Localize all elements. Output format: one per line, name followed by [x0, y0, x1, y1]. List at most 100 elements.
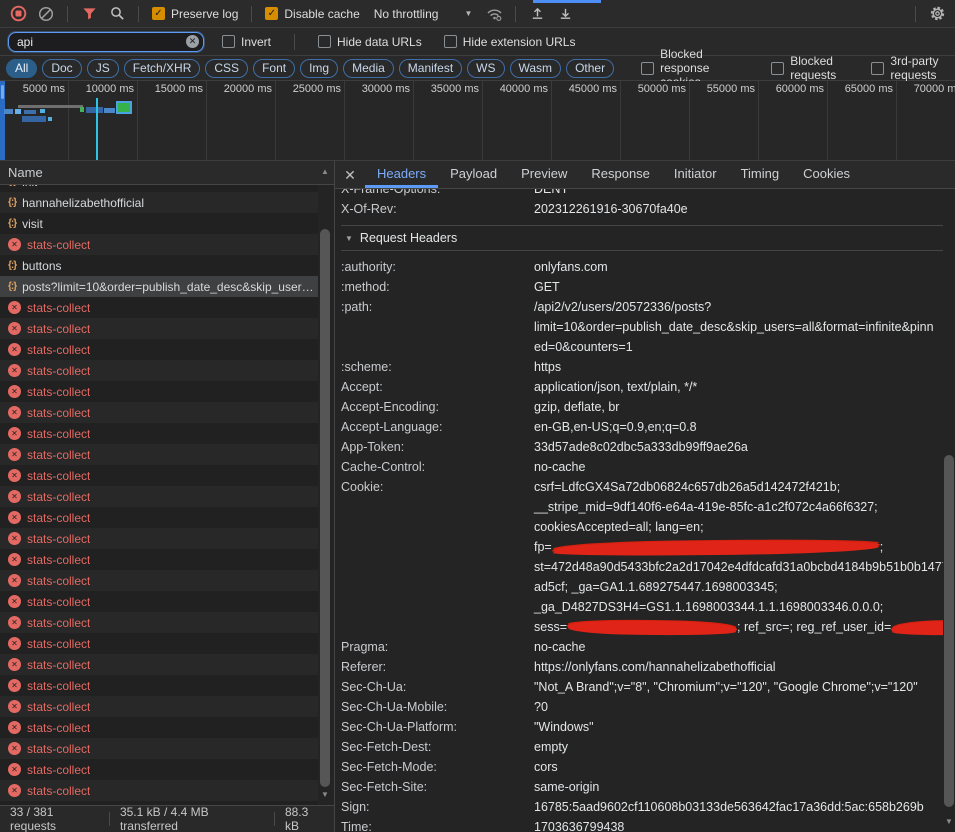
type-filter-img[interactable]: Img: [300, 59, 338, 78]
tab-response[interactable]: Response: [579, 161, 662, 188]
request-headers-section-toggle[interactable]: ▼Request Headers: [341, 225, 943, 251]
filter-toggle-button[interactable]: [77, 2, 101, 26]
type-filter-doc[interactable]: Doc: [42, 59, 81, 78]
request-row[interactable]: ✕stats-collect: [0, 570, 318, 591]
request-row[interactable]: ✕stats-collect: [0, 465, 318, 486]
request-row[interactable]: {:}init: [0, 185, 318, 192]
error-icon: ✕: [8, 721, 21, 734]
tab-payload[interactable]: Payload: [438, 161, 509, 188]
scrollbar-thumb[interactable]: [320, 229, 330, 787]
tab-cookies[interactable]: Cookies: [791, 161, 862, 188]
network-conditions-button[interactable]: [482, 2, 506, 26]
tab-preview[interactable]: Preview: [509, 161, 579, 188]
header-row: :path:/api2/v2/users/20572336/posts?limi…: [341, 297, 943, 357]
request-row[interactable]: {:}buttons: [0, 255, 318, 276]
scroll-down-icon[interactable]: ▼: [319, 790, 331, 799]
request-row[interactable]: {:}visit: [0, 213, 318, 234]
waterfall-bar: [80, 107, 84, 112]
request-row[interactable]: ✕stats-collect: [0, 780, 318, 801]
request-row[interactable]: ✕stats-collect: [0, 696, 318, 717]
scrollbar-thumb[interactable]: [944, 455, 954, 807]
request-row[interactable]: ✕stats-collect: [0, 297, 318, 318]
request-row[interactable]: ✕stats-collect: [0, 234, 318, 255]
clear-button[interactable]: [34, 2, 58, 26]
scroll-up-icon[interactable]: ▲: [319, 167, 331, 176]
request-row[interactable]: ✕stats-collect: [0, 507, 318, 528]
header-value: empty: [534, 737, 568, 757]
preserve-log-group[interactable]: ✓ Preserve log: [148, 7, 242, 21]
hide-data-urls-group[interactable]: Hide data URLs: [314, 35, 426, 49]
request-row[interactable]: ✕stats-collect: [0, 444, 318, 465]
type-filter-js[interactable]: JS: [87, 59, 119, 78]
tab-headers[interactable]: Headers: [365, 161, 438, 188]
type-filter-fetch-xhr[interactable]: Fetch/XHR: [124, 59, 201, 78]
export-har-button[interactable]: [553, 2, 577, 26]
tab-initiator[interactable]: Initiator: [662, 161, 729, 188]
request-row[interactable]: ✕stats-collect: [0, 612, 318, 633]
request-row[interactable]: ✕stats-collect: [0, 654, 318, 675]
hide-extension-urls-group[interactable]: Hide extension URLs: [440, 35, 580, 49]
detail-scrollbar[interactable]: ▲ ▼: [943, 161, 955, 832]
request-list-scrollbar[interactable]: ▲ ▼: [319, 161, 331, 805]
type-filter-wasm[interactable]: Wasm: [510, 59, 562, 78]
request-row[interactable]: ✕stats-collect: [0, 549, 318, 570]
header-value: application/json, text/plain, */*: [534, 377, 697, 397]
type-filter-other[interactable]: Other: [566, 59, 614, 78]
transferred-size: 35.1 kB / 4.4 MB transferred: [110, 805, 274, 832]
header-row: Sec-Ch-Ua-Mobile:?0: [341, 697, 943, 717]
checkbox[interactable]: [641, 62, 654, 75]
scroll-down-icon[interactable]: ▼: [943, 817, 955, 826]
type-filter-media[interactable]: Media: [343, 59, 394, 78]
disable-cache-checkbox[interactable]: ✓: [265, 7, 278, 20]
request-row[interactable]: ✕stats-collect: [0, 486, 318, 507]
request-row[interactable]: ✕stats-collect: [0, 759, 318, 780]
type-filter-font[interactable]: Font: [253, 59, 295, 78]
request-row[interactable]: ✕stats-collect: [0, 339, 318, 360]
request-row[interactable]: ✕stats-collect: [0, 318, 318, 339]
filter-input[interactable]: [8, 32, 204, 52]
request-row[interactable]: ✕stats-collect: [0, 675, 318, 696]
request-row[interactable]: {:}hannahelizabethofficial: [0, 192, 318, 213]
timeline-tick-label: 25000 ms: [293, 83, 341, 95]
close-icon[interactable]: ✕: [335, 162, 365, 188]
request-row[interactable]: ✕stats-collect: [0, 360, 318, 381]
request-row[interactable]: ✕stats-collect: [0, 528, 318, 549]
header-name: Sign:: [341, 797, 534, 817]
search-button[interactable]: [105, 2, 129, 26]
request-row[interactable]: ✕stats-collect: [0, 633, 318, 654]
invert-checkbox[interactable]: [222, 35, 235, 48]
request-row[interactable]: ✕stats-collect: [0, 402, 318, 423]
hide-extension-urls-checkbox[interactable]: [444, 35, 457, 48]
invert-filter-group[interactable]: Invert: [218, 35, 275, 49]
request-name: stats-collect: [27, 721, 90, 735]
overview-drag-handle[interactable]: [0, 81, 5, 161]
hide-data-urls-checkbox[interactable]: [318, 35, 331, 48]
request-name: stats-collect: [27, 700, 90, 714]
checkbox[interactable]: [771, 62, 784, 75]
type-filter-all[interactable]: All: [6, 59, 37, 78]
request-row[interactable]: ✕stats-collect: [0, 423, 318, 444]
type-filter-ws[interactable]: WS: [467, 59, 504, 78]
request-row[interactable]: ✕ stats-collect: [0, 717, 318, 738]
type-filter-manifest[interactable]: Manifest: [399, 59, 462, 78]
checkbox[interactable]: [871, 62, 884, 75]
request-row[interactable]: ✕stats-collect: [0, 591, 318, 612]
timeline-tick-label: 15000 ms: [155, 83, 203, 95]
disable-cache-group[interactable]: ✓ Disable cache: [261, 7, 363, 21]
request-row[interactable]: ✕stats-collect: [0, 381, 318, 402]
name-column-header[interactable]: Name: [0, 161, 334, 185]
type-filter-css[interactable]: CSS: [205, 59, 248, 78]
request-name: hannahelizabethofficial: [22, 196, 144, 210]
request-row[interactable]: ✕stats-collect: [0, 738, 318, 759]
tab-timing[interactable]: Timing: [729, 161, 792, 188]
preserve-log-checkbox[interactable]: ✓: [152, 7, 165, 20]
throttling-select[interactable]: No throttling ▼: [368, 7, 479, 21]
import-har-button[interactable]: [525, 2, 549, 26]
clear-filter-icon[interactable]: ✕: [186, 35, 199, 48]
record-button[interactable]: [6, 2, 30, 26]
header-name: :scheme:: [341, 357, 534, 377]
request-name: init: [22, 185, 37, 189]
settings-button[interactable]: [925, 2, 949, 26]
request-row[interactable]: {:}posts?limit=10&order=publish_date_des…: [0, 276, 318, 297]
timeline-overview[interactable]: 5000 ms10000 ms15000 ms20000 ms25000 ms3…: [0, 81, 955, 161]
